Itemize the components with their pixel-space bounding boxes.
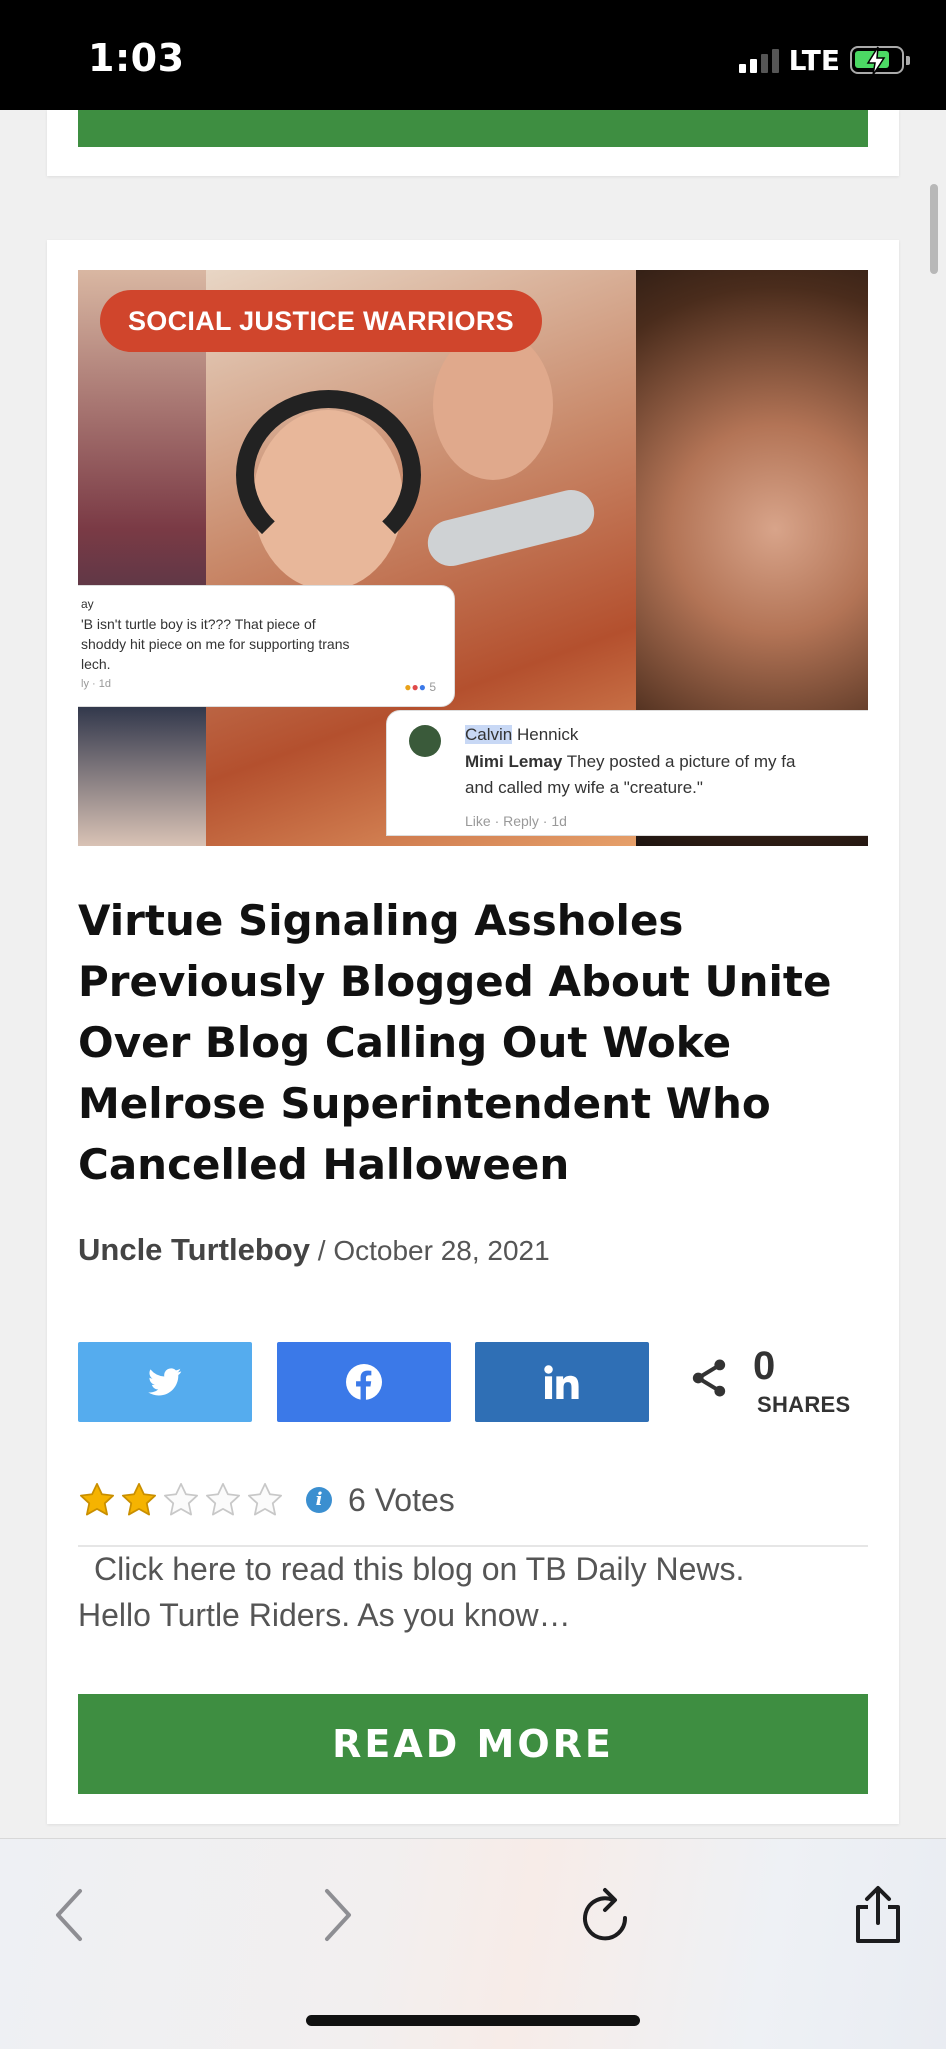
twitter-share-button[interactable] <box>78 1342 252 1422</box>
rating-stars[interactable] <box>78 1481 284 1519</box>
post-card: ay 'B isn't turtle boy is it??? That pie… <box>47 240 899 1824</box>
share-icon <box>856 1886 900 1943</box>
post-byline: Uncle Turtleboy / October 28, 2021 <box>78 1232 550 1267</box>
home-indicator[interactable] <box>306 2015 640 2026</box>
previous-post-card <box>47 110 899 176</box>
previous-read-more-button[interactable] <box>78 110 868 147</box>
star-icon[interactable] <box>162 1481 200 1519</box>
star-icon[interactable] <box>204 1481 242 1519</box>
share-count-number: 0 <box>753 1344 776 1388</box>
share-button[interactable] <box>843 1875 913 1955</box>
linkedin-icon <box>544 1365 579 1399</box>
share-icon <box>692 1359 726 1397</box>
battery-icon <box>850 46 910 76</box>
scrollbar[interactable] <box>930 184 938 274</box>
info-icon[interactable]: i <box>306 1487 332 1513</box>
twitter-icon <box>148 1368 182 1396</box>
browser-toolbar <box>0 1838 946 2049</box>
back-button[interactable] <box>34 1875 104 1955</box>
post-featured-image[interactable]: ay 'B isn't turtle boy is it??? That pie… <box>78 270 868 846</box>
forward-button[interactable] <box>303 1875 373 1955</box>
back-icon <box>56 1889 82 1941</box>
star-icon[interactable] <box>78 1481 116 1519</box>
avatar <box>409 725 441 757</box>
vote-count: 6 Votes <box>348 1481 455 1518</box>
author-link[interactable]: Uncle Turtleboy <box>78 1232 310 1267</box>
signal-icon <box>738 47 779 73</box>
category-badge[interactable]: SOCIAL JUSTICE WARRIORS <box>100 290 542 352</box>
forward-icon <box>325 1889 351 1941</box>
status-time: 1:03 <box>88 36 185 80</box>
share-count: 0 SHARES <box>690 1340 890 1424</box>
read-more-button[interactable]: READ MORE <box>78 1694 868 1794</box>
share-count-label: SHARES <box>757 1392 851 1417</box>
network-type: LTE <box>788 43 840 77</box>
facebook-share-button[interactable] <box>277 1342 451 1422</box>
status-indicators: LTE <box>738 40 910 80</box>
facebook-comment-screenshot-2: Calvin Hennick Mimi Lemay They posted a … <box>386 710 868 836</box>
facebook-comment-screenshot-1: ay 'B isn't turtle boy is it??? That pie… <box>78 585 455 707</box>
facebook-icon <box>346 1364 382 1400</box>
post-excerpt: Click here to read this blog on TB Daily… <box>78 1551 745 1633</box>
reload-icon <box>583 1888 628 1941</box>
status-bar: 1:03 LTE <box>0 0 946 110</box>
star-rating: i 6 Votes <box>78 1478 455 1522</box>
linkedin-share-button[interactable] <box>475 1342 649 1422</box>
post-title[interactable]: Virtue Signaling Assholes Previously Blo… <box>78 890 868 1195</box>
reload-button[interactable] <box>572 1875 642 1955</box>
star-icon[interactable] <box>120 1481 158 1519</box>
post-date: October 28, 2021 <box>333 1235 550 1266</box>
star-icon[interactable] <box>246 1481 284 1519</box>
reaction-count: ●●● 5 <box>404 680 436 694</box>
